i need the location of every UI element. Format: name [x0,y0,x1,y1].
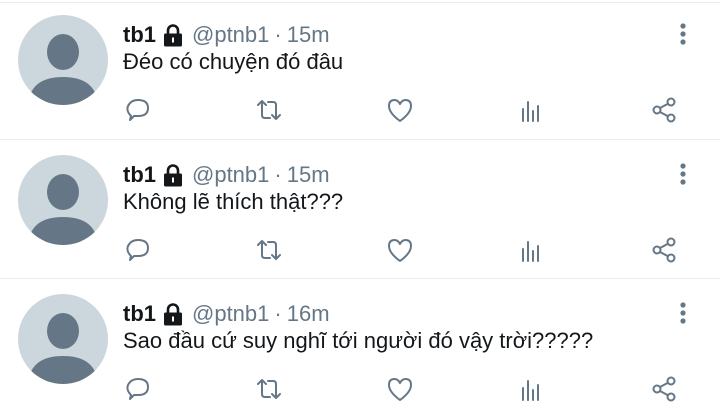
lock-icon [162,302,184,326]
tweet-text: Sao đầu cứ suy nghĩ tới người đó vậy trờ… [123,328,594,353]
tweet-header: tb1 @ptnb1 · 15m [123,20,330,50]
like-icon[interactable] [384,234,416,266]
tweet[interactable]: tb1 @ptnb1 · 15m Không lẽ thích thật??? [0,140,720,278]
retweet-icon[interactable] [253,373,285,405]
dot-separator: · [274,162,282,187]
timestamp[interactable]: 15m [287,22,330,48]
dot-separator: · [274,22,282,47]
timeline-feed: tb1 @ptnb1 · 15m Đéo có chuyện đó đâu tb… [0,0,720,415]
tweet-text: Không lẽ thích thật??? [123,189,344,214]
retweet-icon[interactable] [253,234,285,266]
display-name[interactable]: tb1 [123,301,156,327]
display-name[interactable]: tb1 [123,22,156,48]
avatar[interactable] [18,294,108,384]
timestamp[interactable]: 15m [287,162,330,188]
retweet-icon[interactable] [253,94,285,126]
tweet-actions [0,373,720,409]
lock-icon [162,163,184,187]
reply-icon[interactable] [122,234,154,266]
reply-icon[interactable] [122,373,154,405]
share-icon[interactable] [648,94,680,126]
analytics-icon[interactable] [515,94,547,126]
tweet-text: Đéo có chuyện đó đâu [123,49,344,74]
tweet-header: tb1 @ptnb1 · 16m [123,299,330,329]
tweet[interactable]: tb1 @ptnb1 · 15m Đéo có chuyện đó đâu [0,0,720,138]
more-vertical-icon[interactable] [672,299,694,329]
tweet[interactable]: tb1 @ptnb1 · 16m Sao đầu cứ suy nghĩ tới… [0,279,720,415]
avatar[interactable] [18,15,108,105]
tweet-header: tb1 @ptnb1 · 15m [123,160,330,190]
username-handle[interactable]: @ptnb1 [192,22,269,48]
share-icon[interactable] [648,373,680,405]
tweet-actions [0,94,720,130]
share-icon[interactable] [648,234,680,266]
analytics-icon[interactable] [515,373,547,405]
more-vertical-icon[interactable] [672,20,694,50]
username-handle[interactable]: @ptnb1 [192,301,269,327]
like-icon[interactable] [384,94,416,126]
tweet-actions [0,234,720,270]
username-handle[interactable]: @ptnb1 [192,162,269,188]
reply-icon[interactable] [122,94,154,126]
display-name[interactable]: tb1 [123,162,156,188]
like-icon[interactable] [384,373,416,405]
lock-icon [162,23,184,47]
dot-separator: · [274,301,282,326]
timestamp[interactable]: 16m [287,301,330,327]
analytics-icon[interactable] [515,234,547,266]
avatar[interactable] [18,155,108,245]
more-vertical-icon[interactable] [672,160,694,190]
